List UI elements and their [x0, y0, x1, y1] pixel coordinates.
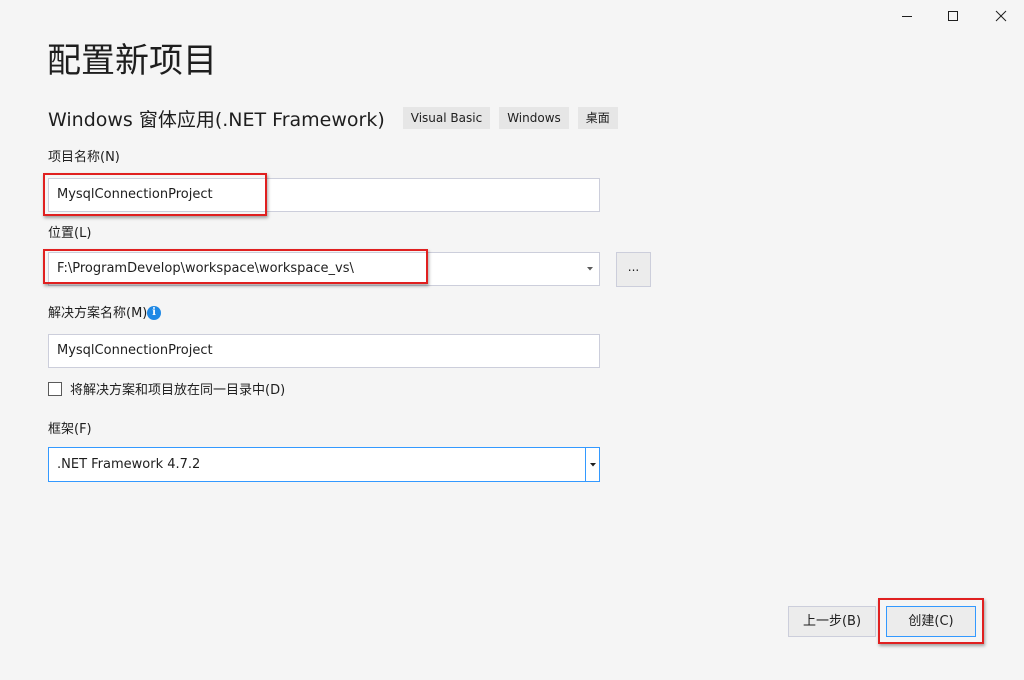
- framework-select[interactable]: .NET Framework 4.7.2: [48, 447, 600, 482]
- location-label: 位置(L): [48, 226, 92, 241]
- solution-name-value: MysqlConnectionProject: [57, 343, 213, 358]
- tag-platform: Windows: [499, 107, 569, 129]
- solution-name-input[interactable]: MysqlConnectionProject: [48, 334, 600, 368]
- chevron-down-icon[interactable]: [585, 253, 595, 285]
- minimize-button[interactable]: [884, 2, 930, 30]
- tag-project-type: 桌面: [577, 107, 618, 129]
- chevron-down-icon[interactable]: [585, 448, 599, 481]
- info-icon[interactable]: i: [147, 306, 161, 320]
- same-directory-checkbox[interactable]: [48, 382, 62, 396]
- close-icon: [995, 10, 1007, 22]
- location-value: F:\ProgramDevelop\workspace\workspace_vs…: [57, 261, 354, 276]
- maximize-icon: [948, 11, 958, 21]
- minimize-icon: [902, 16, 912, 17]
- browse-button[interactable]: ...: [616, 252, 651, 287]
- template-name: Windows 窗体应用(.NET Framework): [48, 108, 385, 131]
- maximize-button[interactable]: [930, 2, 976, 30]
- close-button[interactable]: [978, 2, 1024, 30]
- back-button[interactable]: 上一步(B): [788, 606, 876, 637]
- location-combobox[interactable]: F:\ProgramDevelop\workspace\workspace_vs…: [48, 252, 600, 286]
- solution-name-label: 解决方案名称(M): [48, 306, 148, 321]
- project-name-value: MysqlConnectionProject: [57, 187, 213, 202]
- framework-value: .NET Framework 4.7.2: [57, 457, 201, 472]
- project-name-label: 项目名称(N): [48, 150, 120, 165]
- project-name-input[interactable]: MysqlConnectionProject: [48, 178, 600, 212]
- framework-label: 框架(F): [48, 422, 92, 437]
- page-title: 配置新项目: [47, 41, 217, 81]
- template-summary: Windows 窗体应用(.NET Framework) Visual Basi…: [48, 104, 627, 132]
- same-directory-label[interactable]: 将解决方案和项目放在同一目录中(D): [70, 382, 285, 400]
- tag-language: Visual Basic: [402, 107, 491, 129]
- create-button[interactable]: 创建(C): [886, 606, 976, 637]
